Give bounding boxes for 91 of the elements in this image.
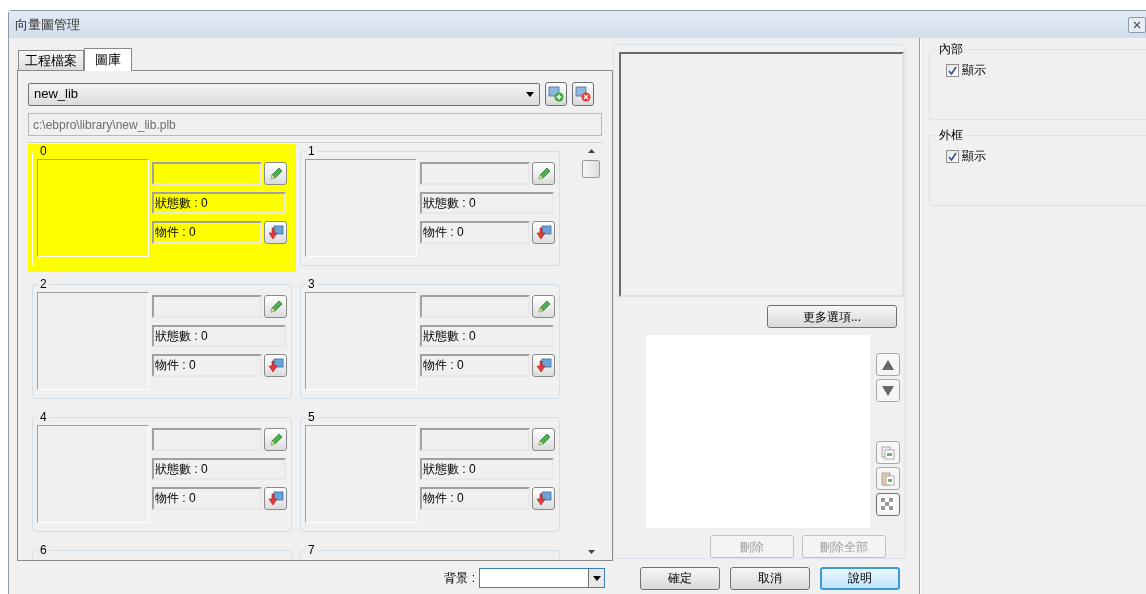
pencil-icon — [535, 298, 552, 315]
checkbox-label: 顯示 — [962, 62, 986, 79]
name-field[interactable] — [152, 162, 262, 185]
name-field[interactable] — [420, 295, 530, 318]
symbol-cell[interactable]: 0 狀態數 : 0 物件 : 0 — [28, 144, 296, 272]
import-button[interactable] — [264, 354, 287, 377]
edit-button[interactable] — [264, 162, 287, 185]
group-title: 內部 — [938, 41, 964, 58]
import-button[interactable] — [264, 487, 287, 510]
background-label: 背景 : — [444, 570, 475, 587]
cell-index: 4 — [39, 410, 48, 424]
state-count-field: 狀態數 : 0 — [152, 192, 286, 214]
group-title: 外框 — [938, 127, 964, 144]
name-field[interactable] — [420, 162, 530, 185]
checkerboard-icon — [881, 497, 895, 512]
edit-button[interactable] — [532, 428, 555, 451]
edit-button[interactable] — [532, 295, 555, 318]
scroll-down-icon — [587, 550, 595, 554]
state-count-field: 狀態數 : 0 — [420, 325, 554, 347]
object-count-field: 物件 : 0 — [152, 487, 262, 510]
close-button[interactable] — [1128, 16, 1146, 33]
import-arrow-icon — [267, 490, 284, 507]
pencil-icon — [535, 165, 552, 182]
edit-button[interactable] — [264, 295, 287, 318]
edit-button[interactable] — [264, 428, 287, 451]
up-triangle-icon — [882, 359, 894, 370]
object-count-field: 物件 : 0 — [420, 354, 530, 377]
more-options-button[interactable]: 更多選項... — [767, 305, 897, 328]
window-title: 向量圖管理 — [15, 15, 80, 34]
scroll-up-icon — [587, 149, 595, 153]
import-button[interactable] — [532, 221, 555, 244]
name-field[interactable] — [152, 428, 262, 451]
import-button[interactable] — [264, 221, 287, 244]
dialog-button[interactable]: 說明 — [820, 566, 900, 590]
cell-index: 7 — [307, 543, 316, 557]
copy-button[interactable] — [876, 441, 900, 464]
down-triangle-icon — [882, 385, 894, 396]
cell-index: 1 — [307, 144, 316, 158]
state-count-field: 狀態數 : 0 — [152, 458, 286, 480]
dropdown-arrow-icon — [526, 91, 534, 97]
object-count-field: 物件 : 0 — [420, 221, 530, 244]
cell-index: 5 — [307, 410, 316, 424]
copy-image-icon — [880, 444, 896, 461]
cell-index: 0 — [39, 144, 48, 158]
move-down-button[interactable] — [876, 379, 900, 402]
checkbox-label: 顯示 — [962, 148, 986, 165]
background-dropdown[interactable] — [479, 568, 605, 588]
scroll-thumb[interactable] — [582, 160, 601, 178]
import-arrow-icon — [535, 224, 552, 241]
pencil-icon — [267, 431, 284, 448]
import-button[interactable] — [532, 487, 555, 510]
move-up-button[interactable] — [876, 353, 900, 376]
checkbox[interactable] — [946, 63, 959, 77]
state-count-field: 狀態數 : 0 — [420, 458, 554, 480]
state-count-field: 狀態數 : 0 — [152, 325, 286, 347]
cell-index: 3 — [307, 277, 316, 291]
import-arrow-icon — [267, 357, 284, 374]
name-field[interactable] — [152, 295, 262, 318]
import-arrow-icon — [535, 357, 552, 374]
paste-button[interactable] — [876, 467, 900, 490]
add-image-icon — [548, 86, 564, 102]
checkbox[interactable] — [946, 149, 959, 163]
dialog-button[interactable]: 確定 — [640, 566, 720, 590]
delete-image-icon — [575, 86, 591, 102]
library-dropdown[interactable]: new_lib — [28, 82, 540, 106]
import-button[interactable] — [532, 354, 555, 377]
add-library-button[interactable] — [545, 82, 567, 106]
pencil-icon — [535, 431, 552, 448]
name-field[interactable] — [420, 428, 530, 451]
edit-button[interactable] — [532, 162, 555, 185]
dropdown-arrow-icon — [592, 575, 601, 581]
pencil-icon — [267, 165, 284, 182]
delete-library-button[interactable] — [572, 82, 594, 106]
transparency-button[interactable] — [876, 493, 900, 516]
checkmark-icon — [948, 65, 957, 75]
cell-index: 6 — [39, 543, 48, 557]
import-arrow-icon — [535, 490, 552, 507]
tab[interactable]: 工程檔案 — [18, 50, 84, 70]
import-arrow-icon — [267, 224, 284, 241]
paste-image-icon — [880, 470, 896, 487]
cell-index: 2 — [39, 277, 48, 291]
path-field: c:\ebpro\library\new_lib.plb — [28, 113, 602, 136]
tab[interactable]: 圖庫 — [84, 48, 132, 71]
object-count-field: 物件 : 0 — [152, 354, 262, 377]
close-icon — [1133, 20, 1141, 29]
state-count-field: 狀態數 : 0 — [420, 192, 554, 214]
checkmark-icon — [948, 151, 957, 161]
pencil-icon — [267, 298, 284, 315]
object-count-field: 物件 : 0 — [152, 221, 262, 244]
dialog-button[interactable]: 取消 — [730, 566, 810, 590]
object-count-field: 物件 : 0 — [420, 487, 530, 510]
